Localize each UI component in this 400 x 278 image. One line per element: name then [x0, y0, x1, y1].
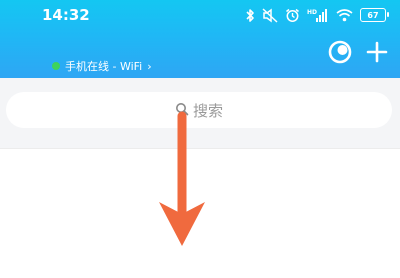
add-icon[interactable]	[366, 41, 388, 67]
status-bar: 14:32 HD 67	[0, 0, 400, 30]
mute-icon	[262, 7, 278, 23]
pull-down-arrow-icon	[150, 110, 214, 254]
device-online-status[interactable]: 手机在线 - WiFi ›	[52, 58, 152, 74]
online-status-text: 手机在线 - WiFi	[65, 60, 143, 73]
alarm-icon	[285, 8, 300, 23]
battery-level: 67	[367, 10, 379, 20]
battery-icon: 67	[360, 8, 389, 22]
chevron-right-icon: ›	[147, 59, 152, 73]
header-actions	[328, 40, 388, 68]
theme-icon[interactable]	[328, 40, 352, 68]
online-dot-icon	[52, 62, 60, 70]
status-icons: HD 67	[245, 4, 389, 26]
bluetooth-icon	[245, 8, 255, 23]
wifi-icon	[336, 8, 353, 22]
svg-text:HD: HD	[307, 9, 317, 16]
hd-signal-icon: HD	[307, 8, 329, 23]
status-time: 14:32	[42, 6, 90, 24]
top-header: 14:32 HD 67 手机在线 - WiFi ›	[0, 0, 400, 78]
